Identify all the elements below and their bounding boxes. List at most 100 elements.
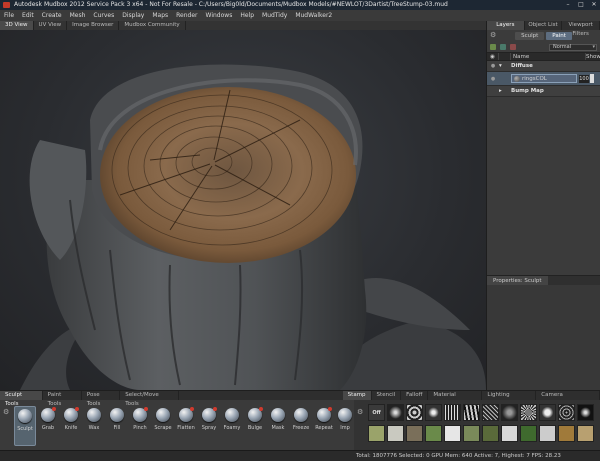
tab-material-presets[interactable]: Material Presets [428, 391, 483, 407]
menu-maps[interactable]: Maps [152, 12, 168, 19]
tab-select-move-tools[interactable]: Select/Move Tools [120, 391, 179, 407]
stamp-item[interactable] [539, 404, 556, 421]
layer-label: ringsCOL [522, 75, 547, 82]
delete-layer-icon[interactable] [510, 44, 516, 50]
stamp-item[interactable] [501, 425, 518, 442]
layer-opacity-field[interactable]: 100 [579, 74, 589, 83]
stamp-item[interactable] [444, 404, 461, 421]
layer-ringscol[interactable]: ● ringsCOL 100 [487, 72, 600, 86]
tab-lighting-presets[interactable]: Lighting Presets [482, 391, 537, 407]
stamp-item[interactable] [444, 425, 461, 442]
tab-layers[interactable]: Layers [487, 21, 525, 30]
stamp-item[interactable] [577, 404, 594, 421]
menu-mudtidy[interactable]: MudTidy [262, 12, 287, 19]
tool-flatten[interactable]: Flatten [175, 406, 197, 446]
stamp-item[interactable] [482, 404, 499, 421]
menu-display[interactable]: Display [122, 12, 144, 19]
tab-sculpt-tools[interactable]: Sculpt Tools [0, 391, 43, 407]
layer-toolbar: Normal [487, 42, 600, 52]
stamp-item[interactable] [368, 425, 385, 442]
stamp-item[interactable] [425, 425, 442, 442]
panel-settings-icon[interactable]: ⚙ [490, 32, 497, 39]
name-column-header: Name [511, 53, 586, 60]
expand-arrow-icon[interactable]: ▾ [499, 63, 511, 69]
tool-mask[interactable]: Mask [267, 406, 289, 446]
tool-knife[interactable]: Knife [60, 406, 82, 446]
duplicate-layer-icon[interactable] [500, 44, 506, 50]
tool-scrape[interactable]: Scrape [152, 406, 174, 446]
repeat-tool-icon [317, 407, 332, 422]
stamp-item[interactable] [577, 425, 594, 442]
tab-sculpt-layers[interactable]: Sculpt [515, 32, 545, 40]
tool-repeat[interactable]: Repeat [313, 406, 335, 446]
tool-bulge[interactable]: Bulge [244, 406, 266, 446]
tool-wax[interactable]: Wax [83, 406, 105, 446]
visibility-toggle-icon[interactable]: ● [487, 76, 499, 82]
layer-group-diffuse[interactable]: ● ▾ Diffuse [487, 61, 600, 72]
menu-create[interactable]: Create [42, 12, 62, 19]
stamp-item[interactable] [558, 425, 575, 442]
tab-image-browser[interactable]: Image Browser [67, 21, 120, 30]
menu-edit[interactable]: Edit [22, 12, 34, 19]
minimize-button[interactable]: – [562, 1, 574, 9]
visibility-toggle-icon[interactable]: ● [487, 63, 499, 69]
tray-tabs: Sculpt Tools Paint Tools Pose Tools Sele… [0, 391, 600, 407]
tab-stencil[interactable]: Stencil [372, 391, 402, 400]
layer-group-bump-map[interactable]: ▸ Bump Map [487, 86, 600, 97]
tab-mudbox-community[interactable]: Mudbox Community [119, 21, 186, 30]
tab-viewport-filters[interactable]: Viewport Filters [562, 21, 600, 37]
layer-group-label: Diffuse [511, 63, 533, 69]
tab-3d-view[interactable]: 3D View [0, 21, 34, 30]
tab-uv-view[interactable]: UV View [34, 21, 68, 30]
stamp-item[interactable] [387, 404, 404, 421]
tool-fill[interactable]: Fill [106, 406, 128, 446]
stamp-item[interactable] [539, 425, 556, 442]
tool-sculpt[interactable]: Sculpt [14, 406, 36, 446]
tab-paint-tools[interactable]: Paint Tools [43, 391, 82, 407]
tab-camera-bookmarks[interactable]: Camera Bookmarks [536, 391, 600, 407]
stamp-item[interactable] [501, 404, 518, 421]
tab-stamp[interactable]: Stamp [342, 391, 372, 400]
tool-imprint[interactable]: Imp [336, 406, 354, 446]
tab-object-list[interactable]: Object List [525, 21, 563, 30]
tab-falloff[interactable]: Falloff [401, 391, 429, 400]
tool-pinch[interactable]: Pinch [129, 406, 151, 446]
stamp-item[interactable] [463, 425, 480, 442]
new-layer-icon[interactable] [490, 44, 496, 50]
tool-grab[interactable]: Grab [37, 406, 59, 446]
blend-mode-select[interactable]: Normal [549, 43, 597, 51]
stamp-off[interactable]: Off [368, 404, 385, 421]
maximize-button[interactable]: □ [575, 1, 587, 9]
stamp-item[interactable] [406, 425, 423, 442]
layer-opacity-slider[interactable] [590, 74, 594, 83]
menu-mudwalker2[interactable]: MudWalker2 [295, 12, 332, 19]
menu-curves[interactable]: Curves [93, 12, 114, 19]
tool-spray[interactable]: Spray [198, 406, 220, 446]
tool-foamy[interactable]: Foamy [221, 406, 243, 446]
menu-mesh[interactable]: Mesh [70, 12, 86, 19]
stamp-item[interactable] [520, 404, 537, 421]
stamp-settings-icon[interactable]: ⚙ [357, 409, 364, 416]
layer-name-box[interactable]: ringsCOL [511, 74, 577, 83]
stamp-item[interactable] [482, 425, 499, 442]
stamp-item[interactable] [520, 425, 537, 442]
menu-render[interactable]: Render [176, 12, 197, 19]
3d-viewport[interactable] [0, 30, 486, 390]
menu-windows[interactable]: Windows [206, 12, 233, 19]
stamp-item[interactable] [406, 404, 423, 421]
tool-settings-icon[interactable]: ⚙ [3, 409, 10, 416]
close-button[interactable]: ✕ [588, 1, 600, 9]
menu-file[interactable]: File [4, 12, 14, 19]
menu-help[interactable]: Help [240, 12, 254, 19]
layer-group-label: Bump Map [511, 88, 544, 94]
expand-arrow-icon[interactable]: ▸ [499, 88, 511, 94]
view-tabs: 3D View UV View Image Browser Mudbox Com… [0, 21, 486, 30]
stamp-item[interactable] [558, 404, 575, 421]
tab-pose-tools[interactable]: Pose Tools [82, 391, 121, 407]
stamp-item[interactable] [463, 404, 480, 421]
tool-freeze[interactable]: Freeze [290, 406, 312, 446]
status-bar: Total: 1807776 Selected: 0 GPU Mem: 640 … [0, 450, 600, 461]
tab-paint-layers[interactable]: Paint [546, 32, 572, 40]
stamp-item[interactable] [387, 425, 404, 442]
stamp-item[interactable] [425, 404, 442, 421]
